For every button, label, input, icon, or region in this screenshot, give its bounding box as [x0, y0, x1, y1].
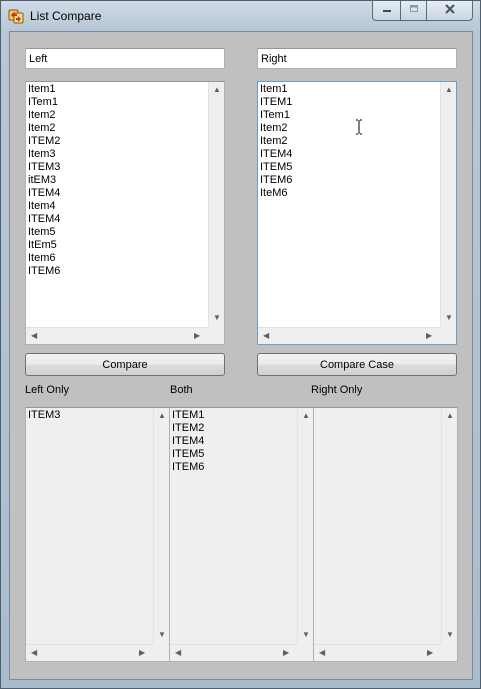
- list-item[interactable]: ITEM5: [172, 448, 204, 461]
- scroll-up-arrow-icon[interactable]: ▲: [158, 412, 166, 420]
- scroll-down-arrow-icon[interactable]: ▼: [213, 314, 221, 322]
- right-only-label: Right Only: [311, 384, 363, 396]
- scroll-left-arrow-icon[interactable]: ◀: [31, 649, 37, 657]
- close-button[interactable]: [426, 1, 473, 21]
- list-compare-app-icon: [8, 8, 24, 24]
- list-item[interactable]: ITEM3: [28, 161, 60, 174]
- maximize-button[interactable]: [400, 1, 427, 21]
- list-item[interactable]: ITEM4: [28, 213, 60, 226]
- list-item[interactable]: IteM6: [260, 187, 292, 200]
- left-only-items: ITEM3: [28, 409, 60, 422]
- scroll-right-arrow-icon[interactable]: ▶: [427, 649, 433, 657]
- scroll-left-arrow-icon[interactable]: ◀: [319, 649, 325, 657]
- list-item[interactable]: ITEM1: [260, 96, 292, 109]
- close-icon: [444, 3, 456, 18]
- scroll-up-arrow-icon[interactable]: ▲: [302, 412, 310, 420]
- list-item[interactable]: ITEM3: [28, 409, 60, 422]
- left-items-list[interactable]: Item1 ITem1 Item2 Item2 ITEM2 Item3 ITEM3 itEM3…: [25, 81, 225, 345]
- list-item[interactable]: ITEM5: [260, 161, 292, 174]
- window-title: List Compare: [30, 9, 102, 23]
- scroll-left-arrow-icon[interactable]: ◀: [31, 332, 37, 340]
- right-items: Item1 ITEM1 ITem1 Item2 Item2 ITEM4 ITEM5 ITEM6…: [260, 83, 292, 200]
- list-item[interactable]: ITem1: [260, 109, 292, 122]
- list-item[interactable]: Item2: [28, 109, 60, 122]
- list-item[interactable]: ITEM4: [172, 435, 204, 448]
- maximize-icon: [409, 4, 419, 17]
- scroll-up-arrow-icon[interactable]: ▲: [446, 412, 454, 420]
- scroll-up-arrow-icon[interactable]: ▲: [213, 86, 221, 94]
- list-item[interactable]: ITEM4: [260, 148, 292, 161]
- list-item[interactable]: Item2: [28, 122, 60, 135]
- list-item[interactable]: Item2: [260, 122, 292, 135]
- scroll-right-arrow-icon[interactable]: ▶: [283, 649, 289, 657]
- right-only-list[interactable]: ▲ ▼ ◀ ▶: [313, 407, 458, 662]
- list-item[interactable]: Item3: [28, 148, 60, 161]
- left-only-horizontal-scrollbar[interactable]: ◀ ▶: [26, 644, 153, 661]
- list-item[interactable]: ITEM6: [260, 174, 292, 187]
- compare-case-button[interactable]: Compare Case: [257, 353, 457, 376]
- list-item[interactable]: ITEM2: [172, 422, 204, 435]
- scroll-corner: [297, 644, 313, 661]
- both-vertical-scrollbar[interactable]: ▲ ▼: [297, 408, 313, 645]
- minimize-icon: [382, 4, 392, 17]
- list-item[interactable]: Item6: [28, 252, 60, 265]
- list-item[interactable]: itEM3: [28, 174, 60, 187]
- compare-button[interactable]: Compare: [25, 353, 225, 376]
- scroll-up-arrow-icon[interactable]: ▲: [445, 86, 453, 94]
- list-item[interactable]: ITEM6: [172, 461, 204, 474]
- left-list-horizontal-scrollbar[interactable]: ◀ ▶: [26, 327, 208, 344]
- scroll-corner: [153, 644, 169, 661]
- list-compare-window: List Compare Left Right Item1 ITem1 Item2 I: [0, 0, 481, 689]
- both-horizontal-scrollbar[interactable]: ◀ ▶: [170, 644, 297, 661]
- left-only-label: Left Only: [25, 384, 70, 396]
- scroll-down-arrow-icon[interactable]: ▼: [446, 631, 454, 639]
- scroll-corner: [208, 327, 224, 344]
- both-label: Both: [170, 384, 193, 396]
- scroll-corner: [441, 644, 457, 661]
- scroll-left-arrow-icon[interactable]: ◀: [175, 649, 181, 657]
- right-name-input[interactable]: Right: [257, 48, 457, 69]
- list-item[interactable]: Item2: [260, 135, 292, 148]
- scroll-left-arrow-icon[interactable]: ◀: [263, 332, 269, 340]
- left-items: Item1 ITem1 Item2 Item2 ITEM2 Item3 ITEM3 itEM3…: [28, 83, 60, 278]
- list-item[interactable]: Item1: [260, 83, 292, 96]
- both-list[interactable]: ITEM1 ITEM2 ITEM4 ITEM5 ITEM6 ▲ ▼ ◀ ▶: [169, 407, 314, 662]
- list-item[interactable]: ITEM2: [28, 135, 60, 148]
- scroll-right-arrow-icon[interactable]: ▶: [194, 332, 200, 340]
- both-items: ITEM1 ITEM2 ITEM4 ITEM5 ITEM6: [172, 409, 204, 474]
- left-only-list[interactable]: ITEM3 ▲ ▼ ◀ ▶: [25, 407, 170, 662]
- scroll-down-arrow-icon[interactable]: ▼: [302, 631, 310, 639]
- client-area: Left Right Item1 ITem1 Item2 Item2 ITEM2 Item…: [9, 31, 473, 680]
- list-item[interactable]: ITEM4: [28, 187, 60, 200]
- list-item[interactable]: Item4: [28, 200, 60, 213]
- right-list-vertical-scrollbar[interactable]: ▲ ▼: [440, 82, 456, 328]
- right-only-vertical-scrollbar[interactable]: ▲ ▼: [441, 408, 457, 645]
- title-bar[interactable]: List Compare: [1, 1, 480, 31]
- scroll-down-arrow-icon[interactable]: ▼: [445, 314, 453, 322]
- text-cursor-icon: [355, 119, 363, 135]
- list-item[interactable]: ITEM6: [28, 265, 60, 278]
- left-list-vertical-scrollbar[interactable]: ▲ ▼: [208, 82, 224, 328]
- left-name-value: Left: [29, 52, 48, 65]
- left-only-vertical-scrollbar[interactable]: ▲ ▼: [153, 408, 169, 645]
- list-item[interactable]: ITem1: [28, 96, 60, 109]
- list-item[interactable]: ITEM1: [172, 409, 204, 422]
- right-name-value: Right: [261, 52, 287, 65]
- list-item[interactable]: Item5: [28, 226, 60, 239]
- scroll-down-arrow-icon[interactable]: ▼: [158, 631, 166, 639]
- list-item[interactable]: ItEm5: [28, 239, 60, 252]
- scroll-right-arrow-icon[interactable]: ▶: [426, 332, 432, 340]
- right-only-horizontal-scrollbar[interactable]: ◀ ▶: [314, 644, 441, 661]
- minimize-button[interactable]: [372, 1, 401, 21]
- list-item[interactable]: Item1: [28, 83, 60, 96]
- left-name-input[interactable]: Left: [25, 48, 225, 69]
- scroll-corner: [440, 327, 456, 344]
- scroll-right-arrow-icon[interactable]: ▶: [139, 649, 145, 657]
- right-list-horizontal-scrollbar[interactable]: ◀ ▶: [258, 327, 440, 344]
